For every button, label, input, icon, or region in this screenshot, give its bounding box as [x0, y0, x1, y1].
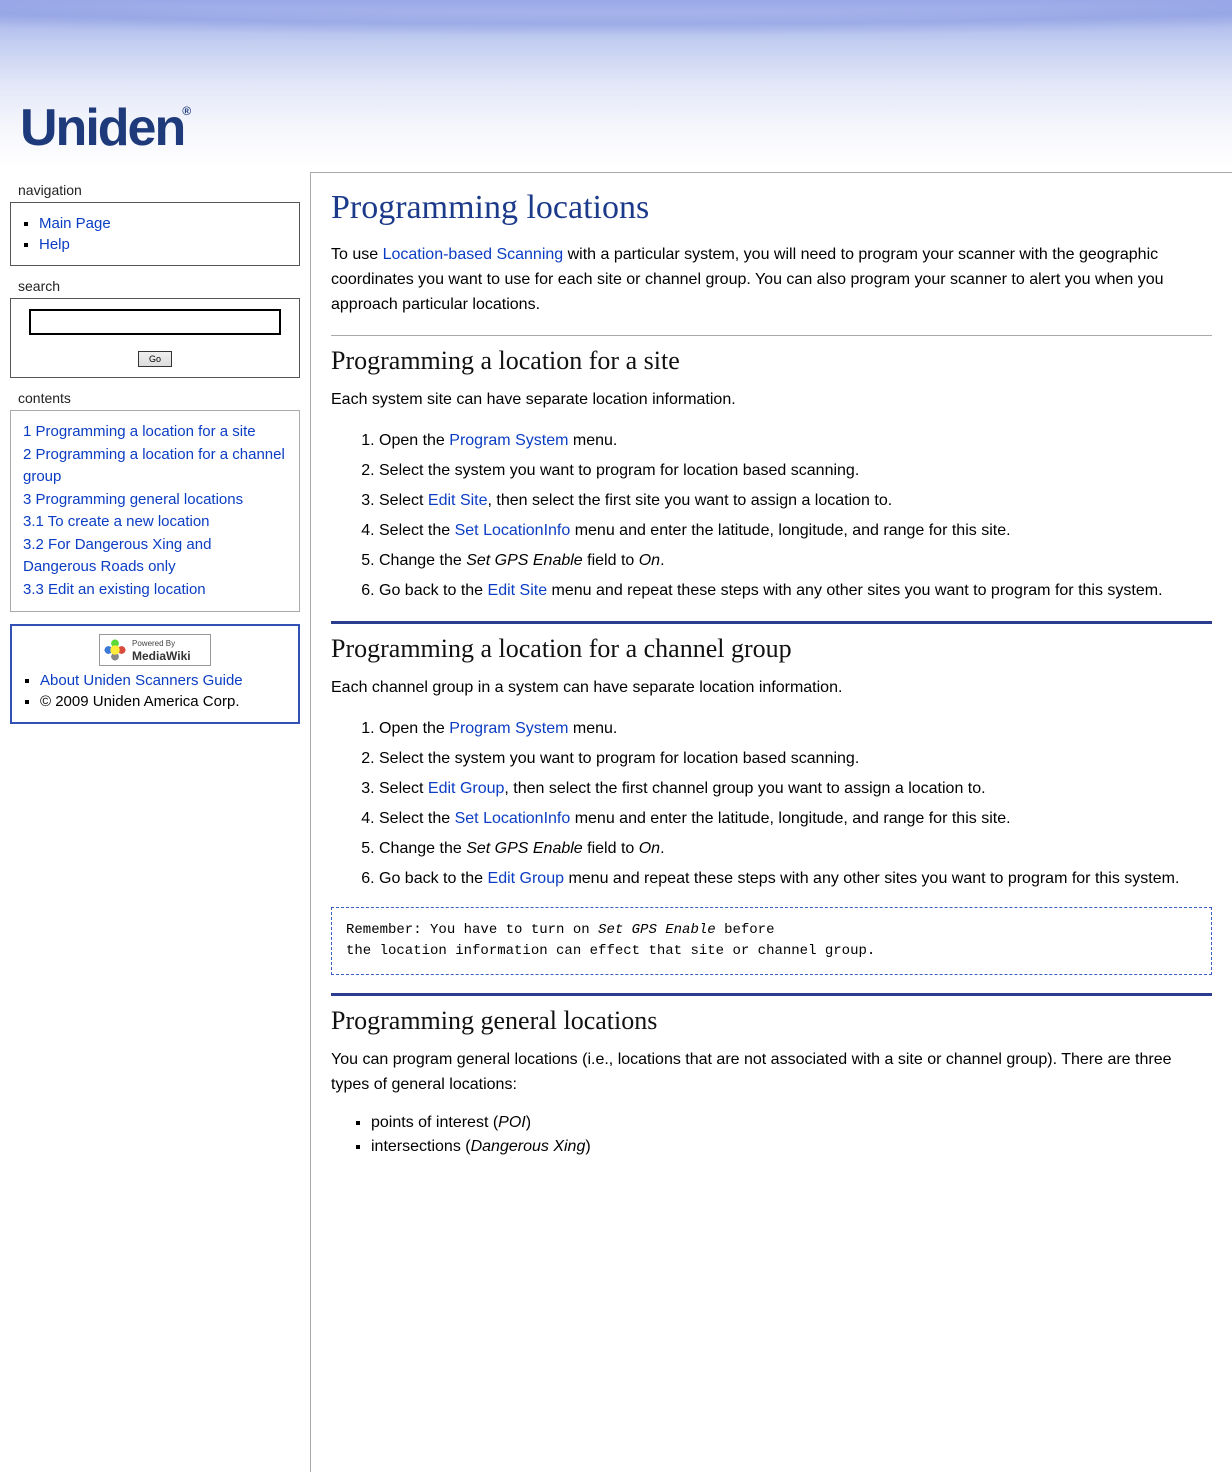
lead-group: Each channel group in a system can have …	[331, 676, 1212, 701]
link-edit-group-2[interactable]: Edit Group	[488, 870, 564, 887]
link-location-based-scanning[interactable]: Location-based Scanning	[383, 246, 564, 263]
list-item: Select the Set LocationInfo menu and ent…	[379, 807, 1212, 831]
list-item: intersections (Dangerous Xing)	[371, 1138, 1212, 1156]
heading-group: Programming a location for a channel gro…	[331, 621, 1212, 664]
heading-general: Programming general locations	[331, 993, 1212, 1036]
link-edit-site-2[interactable]: Edit Site	[488, 582, 548, 599]
list-item: Go back to the Edit Group menu and repea…	[379, 867, 1212, 891]
steps-site: Open the Program System menu. Select the…	[331, 429, 1212, 603]
toc-box: 1 Programming a location for a site 2 Pr…	[10, 410, 300, 612]
steps-group: Open the Program System menu. Select the…	[331, 717, 1212, 891]
list-item: Open the Program System menu.	[379, 717, 1212, 741]
list-item: Select Edit Site, then select the first …	[379, 489, 1212, 513]
list-item: Go back to the Edit Site menu and repeat…	[379, 579, 1212, 603]
list-item: Select the Set LocationInfo menu and ent…	[379, 519, 1212, 543]
link-program-system[interactable]: Program System	[449, 432, 568, 449]
link-edit-site[interactable]: Edit Site	[428, 492, 488, 509]
heading-site: Programming a location for a site	[331, 335, 1212, 376]
lead-site: Each system site can have separate locat…	[331, 388, 1212, 413]
page-title: Programming locations	[331, 189, 1212, 227]
main-content: Programming locations To use Location-ba…	[310, 172, 1232, 1472]
note-box: Remember: You have to turn on Set GPS En…	[331, 907, 1212, 975]
list-item: Open the Program System menu.	[379, 429, 1212, 453]
mediawiki-badge[interactable]: Powered By MediaWiki	[99, 634, 211, 666]
toc-link-3[interactable]: 3 Programming general locations	[23, 491, 243, 508]
nav-item-main[interactable]: Main Page	[39, 215, 289, 232]
list-item: Change the Set GPS Enable field to On.	[379, 549, 1212, 573]
footer-box: Powered By MediaWiki About Uniden Scanne…	[10, 624, 300, 724]
list-item: Select the system you want to program fo…	[379, 459, 1212, 483]
nav-item-help[interactable]: Help	[39, 236, 289, 253]
search-heading: search	[10, 274, 300, 298]
toc-link-3-1[interactable]: 3.1 To create a new location	[23, 513, 210, 530]
list-item: Select Edit Group, then select the first…	[379, 777, 1212, 801]
toc-link-1[interactable]: 1 Programming a location for a site	[23, 423, 256, 440]
link-program-system-2[interactable]: Program System	[449, 720, 568, 737]
link-set-locationinfo[interactable]: Set LocationInfo	[455, 522, 571, 539]
search-box: Go	[10, 298, 300, 378]
nav-heading: navigation	[10, 178, 300, 202]
intro-paragraph: To use Location-based Scanning with a pa…	[331, 243, 1212, 317]
link-edit-group[interactable]: Edit Group	[428, 780, 504, 797]
go-button[interactable]: Go	[138, 351, 172, 367]
about-link[interactable]: About Uniden Scanners Guide	[40, 672, 288, 689]
copyright-text: © 2009 Uniden America Corp.	[40, 693, 288, 710]
general-types-list: points of interest (POI) intersections (…	[331, 1114, 1212, 1156]
search-input[interactable]	[29, 309, 281, 335]
link-set-locationinfo-2[interactable]: Set LocationInfo	[455, 810, 571, 827]
toc-link-2[interactable]: 2 Programming a location for a channel g…	[23, 446, 285, 486]
contents-heading: contents	[10, 386, 300, 410]
nav-box: Main Page Help	[10, 202, 300, 266]
list-item: Change the Set GPS Enable field to On.	[379, 837, 1212, 861]
header-banner: Uniden®	[0, 0, 1232, 168]
lead-general: You can program general locations (i.e.,…	[331, 1048, 1212, 1098]
logo: Uniden®	[20, 98, 191, 158]
toc-link-3-3[interactable]: 3.3 Edit an existing location	[23, 581, 206, 598]
toc-link-3-2[interactable]: 3.2 For Dangerous Xing and Dangerous Roa…	[23, 536, 211, 576]
sidebar: navigation Main Page Help search Go cont…	[0, 168, 310, 734]
flower-icon	[104, 639, 126, 661]
list-item: Select the system you want to program fo…	[379, 747, 1212, 771]
list-item: points of interest (POI)	[371, 1114, 1212, 1132]
